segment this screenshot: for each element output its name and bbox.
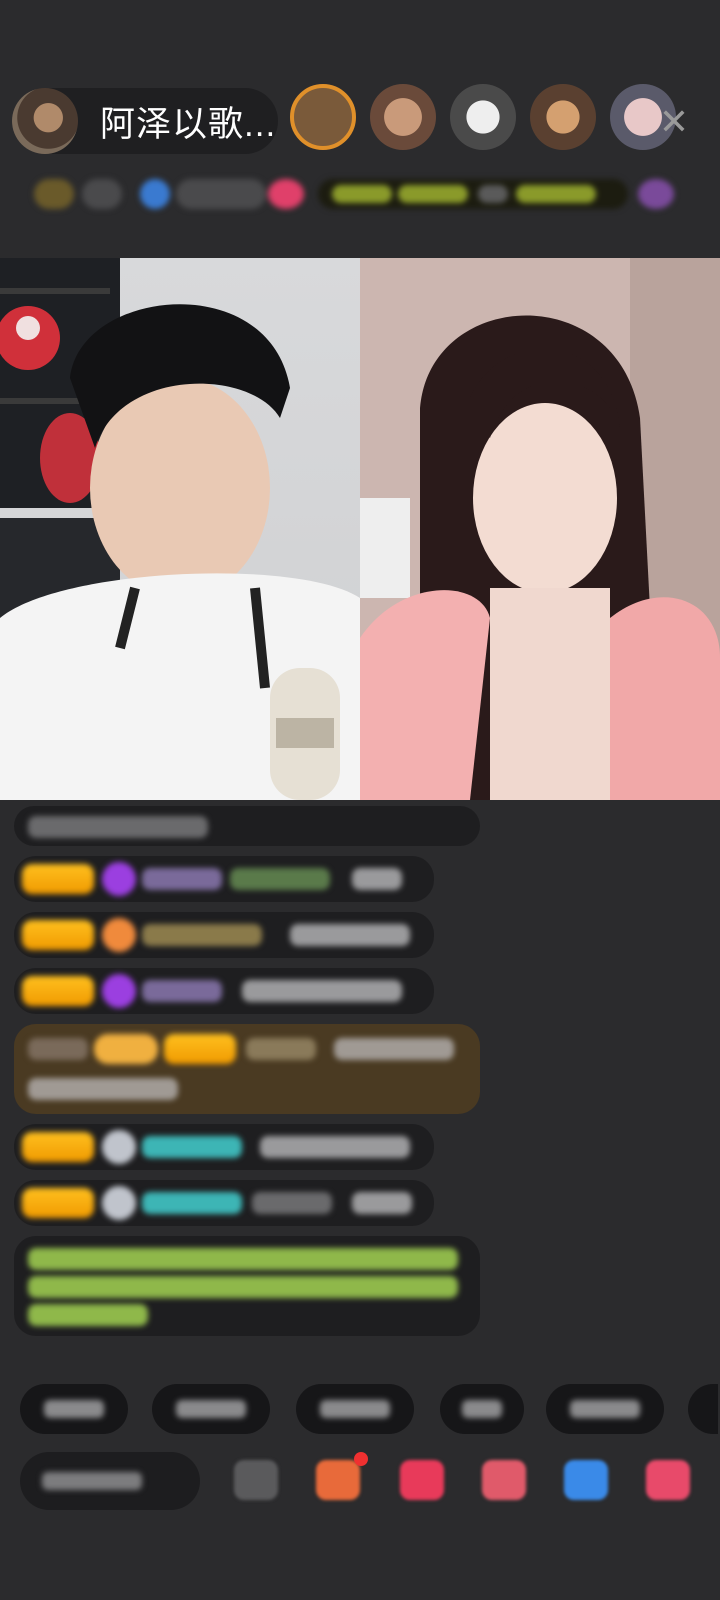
rank-badge[interactable] bbox=[34, 179, 74, 209]
chat-message[interactable] bbox=[14, 1180, 434, 1226]
gift-box-icon[interactable] bbox=[316, 1460, 360, 1500]
fan-badge bbox=[22, 864, 94, 894]
comment-input[interactable] bbox=[20, 1452, 200, 1510]
hot-value bbox=[82, 179, 122, 209]
chat-icon[interactable] bbox=[564, 1460, 608, 1500]
viewer-avatar[interactable] bbox=[450, 84, 516, 150]
chat-username[interactable] bbox=[142, 980, 222, 1002]
quick-reply-button[interactable] bbox=[152, 1384, 270, 1434]
marquee-text bbox=[398, 185, 468, 203]
chat-text bbox=[334, 1038, 454, 1060]
chat-target bbox=[246, 1038, 316, 1060]
live-icon[interactable] bbox=[638, 179, 674, 209]
host-camera-feed[interactable] bbox=[0, 258, 360, 800]
purple-gem-icon bbox=[102, 974, 136, 1008]
chat-target bbox=[230, 868, 330, 890]
chat-notice bbox=[14, 1236, 480, 1336]
quick-reply-button[interactable] bbox=[296, 1384, 414, 1434]
heart-icon[interactable] bbox=[268, 179, 304, 209]
chat-text bbox=[260, 1136, 410, 1158]
chat-message[interactable] bbox=[14, 912, 434, 958]
fan-badge bbox=[22, 920, 94, 950]
bottom-bar bbox=[0, 1452, 720, 1512]
chat-text bbox=[28, 1078, 178, 1100]
chat-message[interactable] bbox=[14, 856, 434, 902]
chat-username[interactable] bbox=[142, 868, 222, 890]
host-camera-image bbox=[0, 258, 360, 800]
quick-reply-button[interactable] bbox=[440, 1384, 524, 1434]
fan-badge bbox=[164, 1034, 236, 1064]
fan-badge bbox=[22, 1132, 94, 1162]
chat-text bbox=[242, 980, 402, 1002]
chat-message-system bbox=[14, 806, 480, 846]
viewer-avatar[interactable] bbox=[290, 84, 356, 150]
chat-username[interactable] bbox=[142, 1192, 242, 1214]
fan-badge bbox=[22, 976, 94, 1006]
silver-gem-icon bbox=[102, 1186, 136, 1220]
quick-reply-button[interactable] bbox=[20, 1384, 128, 1434]
notice-text bbox=[28, 1248, 458, 1270]
marquee-text bbox=[332, 185, 392, 203]
notification-dot bbox=[354, 1452, 368, 1466]
purple-gem-icon bbox=[102, 862, 136, 896]
host-avatar[interactable] bbox=[12, 88, 78, 154]
close-icon[interactable]: ✕ bbox=[652, 100, 696, 144]
notice-text bbox=[28, 1276, 458, 1298]
red-packet-icon[interactable] bbox=[400, 1460, 444, 1500]
top-bar: 阿泽以歌... ✕ bbox=[0, 0, 720, 262]
quick-reply-button[interactable] bbox=[688, 1384, 718, 1434]
chat-message[interactable] bbox=[14, 1124, 434, 1170]
chat-text bbox=[352, 1192, 412, 1214]
room-info-row bbox=[26, 176, 686, 212]
chat-text bbox=[290, 924, 410, 946]
guest-camera-image bbox=[360, 258, 720, 800]
location-text bbox=[176, 179, 266, 209]
silver-gem-icon bbox=[102, 1130, 136, 1164]
marquee-text bbox=[516, 185, 596, 203]
host-name[interactable]: 阿泽以歌... bbox=[100, 96, 276, 147]
marquee-text bbox=[478, 185, 508, 203]
chat-message[interactable] bbox=[14, 968, 434, 1014]
guest-camera-feed[interactable] bbox=[360, 258, 720, 800]
quick-reply-button[interactable] bbox=[546, 1384, 664, 1434]
chat-username[interactable] bbox=[142, 924, 262, 946]
top-viewers-list bbox=[290, 84, 676, 150]
notice-text bbox=[28, 1304, 148, 1326]
host-info-pill[interactable]: 阿泽以歌... bbox=[12, 88, 278, 154]
orange-gem-icon bbox=[102, 918, 136, 952]
fan-badge bbox=[22, 1188, 94, 1218]
chat-target bbox=[252, 1192, 332, 1214]
viewer-avatar[interactable] bbox=[370, 84, 436, 150]
more-icon[interactable] bbox=[646, 1460, 690, 1500]
chat-username[interactable] bbox=[142, 1136, 242, 1158]
emoji-icon[interactable] bbox=[234, 1460, 278, 1500]
earth-icon bbox=[140, 179, 170, 209]
gift-level-badge bbox=[94, 1034, 158, 1064]
game-icon[interactable] bbox=[482, 1460, 526, 1500]
chat-username[interactable] bbox=[28, 1038, 88, 1060]
video-area[interactable] bbox=[0, 258, 720, 800]
chat-text bbox=[352, 868, 402, 890]
viewer-avatar[interactable] bbox=[530, 84, 596, 150]
chat-gift-message[interactable] bbox=[14, 1024, 480, 1114]
